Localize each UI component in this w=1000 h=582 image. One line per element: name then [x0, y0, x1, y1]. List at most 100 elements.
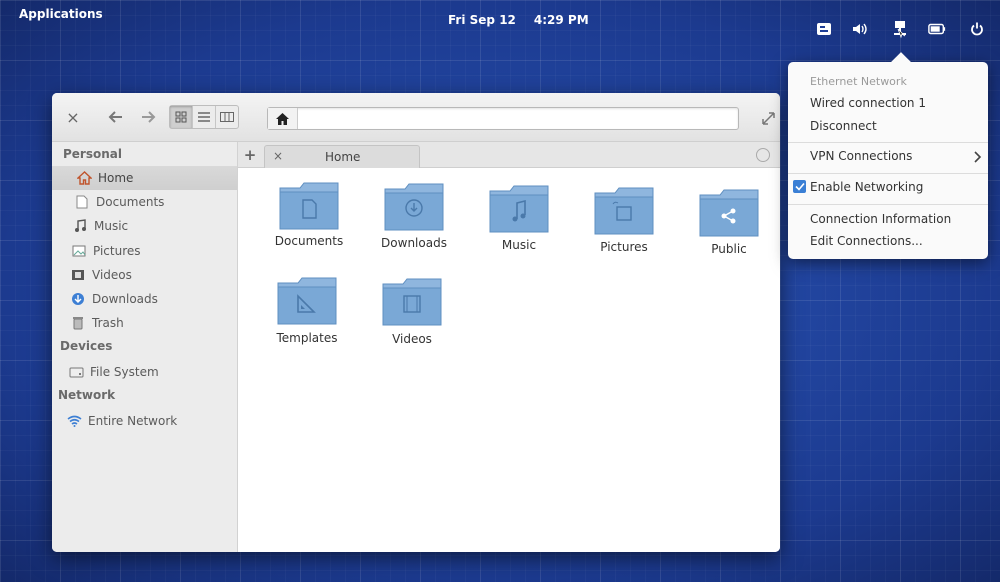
enable-networking-checkbox[interactable]	[793, 180, 806, 193]
drive-icon	[68, 364, 84, 380]
sidebar-item-downloads[interactable]: Downloads	[52, 287, 237, 311]
connection-information-item[interactable]: Connection Information	[810, 212, 951, 226]
music-icon	[72, 218, 88, 234]
clock-date: Fri Sep 12	[448, 13, 516, 27]
sidebar-item-videos[interactable]: Videos	[52, 263, 237, 287]
folder-documents[interactable]: Documents	[264, 180, 354, 270]
download-icon	[70, 291, 86, 307]
folder-documents-icon	[279, 182, 339, 230]
home-icon	[276, 112, 289, 125]
sidebar-item-entire-network[interactable]: Entire Network	[52, 409, 237, 433]
sidebar-item-label: Downloads	[92, 292, 158, 306]
new-tab-button[interactable]: +	[238, 142, 262, 168]
sidebar-item-label: Documents	[96, 195, 165, 209]
sidebar-heading-network: Network	[58, 388, 116, 402]
folder-label: Downloads	[381, 236, 447, 250]
document-icon	[74, 194, 90, 210]
sidebar-heading-personal: Personal	[63, 147, 122, 161]
back-arrow-icon	[108, 111, 122, 123]
sidebar: Personal Home Documents Music Pictures V…	[52, 142, 238, 552]
wired-connection-item[interactable]: Wired connection 1	[810, 96, 926, 110]
top-panel: Applications Fri Sep 12 4:29 PM	[0, 0, 1000, 39]
network-icon[interactable]	[891, 20, 909, 39]
menu-separator	[788, 204, 988, 205]
enable-networking-item[interactable]: Enable Networking	[810, 180, 923, 194]
list-icon	[198, 112, 210, 122]
restore-tab-icon[interactable]	[756, 148, 770, 162]
sidebar-heading-devices: Devices	[60, 339, 113, 353]
tab-bar: + × Home	[238, 142, 780, 168]
folder-music[interactable]: Music	[474, 183, 564, 273]
folder-pictures[interactable]: Pictures	[579, 185, 669, 275]
icon-view-button[interactable]	[170, 106, 193, 128]
folder-label: Pictures	[600, 240, 648, 254]
network-icon	[66, 413, 82, 429]
close-window-button[interactable]: ×	[64, 106, 82, 128]
tab-title: Home	[325, 150, 361, 164]
folder-label: Videos	[392, 332, 432, 346]
sidebar-item-file-system[interactable]: File System	[52, 360, 237, 384]
sidebar-item-label: Entire Network	[88, 414, 178, 428]
folder-music-icon	[489, 185, 549, 233]
sidebar-item-label: File System	[90, 365, 159, 379]
sidebar-item-label: Home	[98, 171, 134, 185]
maximize-icon	[761, 111, 775, 125]
folder-label: Documents	[274, 234, 344, 248]
menu-separator	[788, 173, 988, 174]
applications-menu[interactable]: Applications	[19, 7, 103, 21]
sidebar-item-trash[interactable]: Trash	[52, 311, 237, 335]
vpn-connections-item[interactable]: VPN Connections	[810, 149, 912, 163]
network-menu: Ethernet Network Wired connection 1 Disc…	[788, 52, 988, 259]
fullscreen-button[interactable]	[758, 108, 778, 128]
sidebar-item-label: Videos	[92, 268, 132, 282]
folder-public[interactable]: Public	[684, 187, 774, 277]
view-switcher	[169, 105, 239, 129]
clock-time: 4:29 PM	[533, 13, 589, 27]
tab-home[interactable]: × Home	[264, 145, 420, 168]
back-button[interactable]	[104, 106, 126, 128]
chevron-right-icon	[974, 151, 982, 166]
popover-arrow	[891, 52, 911, 72]
sidebar-item-label: Music	[94, 219, 129, 233]
columns-icon	[220, 112, 234, 122]
folder-label: Music	[501, 238, 537, 252]
forward-button[interactable]	[138, 106, 160, 128]
home-breadcrumb[interactable]	[268, 108, 298, 129]
keyboard-layout-icon[interactable]	[815, 20, 833, 38]
column-view-button[interactable]	[216, 106, 238, 128]
sidebar-item-documents[interactable]: Documents	[52, 190, 237, 214]
folder-videos[interactable]: Videos	[367, 276, 457, 366]
forward-arrow-icon	[142, 111, 156, 123]
sidebar-item-music[interactable]: Music	[52, 214, 237, 238]
list-view-button[interactable]	[193, 106, 216, 128]
folder-downloads-icon	[384, 183, 444, 231]
folder-pictures-icon	[594, 187, 654, 235]
location-bar[interactable]	[267, 107, 739, 130]
folder-videos-icon	[382, 278, 442, 326]
sidebar-item-label: Trash	[92, 316, 124, 330]
video-icon	[70, 267, 86, 283]
sidebar-item-home[interactable]: Home	[52, 166, 237, 190]
power-icon[interactable]	[968, 20, 986, 38]
sidebar-item-pictures[interactable]: Pictures	[52, 239, 237, 263]
pictures-icon	[71, 243, 87, 259]
folder-downloads[interactable]: Downloads	[369, 181, 459, 271]
clock[interactable]: Fri Sep 12 4:29 PM	[448, 13, 607, 27]
folder-templates[interactable]: Templates	[262, 275, 352, 365]
grid-icon	[175, 111, 187, 123]
checkmark-icon	[794, 182, 805, 191]
edit-connections-item[interactable]: Edit Connections...	[810, 234, 923, 248]
trash-icon	[70, 315, 86, 331]
battery-icon[interactable]	[928, 20, 946, 38]
ethernet-network-header: Ethernet Network	[810, 75, 907, 88]
folder-templates-icon	[277, 277, 337, 325]
menu-separator	[788, 142, 988, 143]
disconnect-item[interactable]: Disconnect	[810, 119, 877, 133]
volume-icon[interactable]	[851, 20, 869, 38]
folder-label: Templates	[276, 331, 338, 345]
file-manager-window: × Personal Home Documents Music Pictures…	[52, 93, 780, 552]
folder-public-icon	[699, 189, 759, 237]
sidebar-item-label: Pictures	[93, 244, 141, 258]
home-icon	[76, 170, 92, 186]
file-view: Documents Downloads Music Pictures Publi…	[238, 168, 780, 552]
